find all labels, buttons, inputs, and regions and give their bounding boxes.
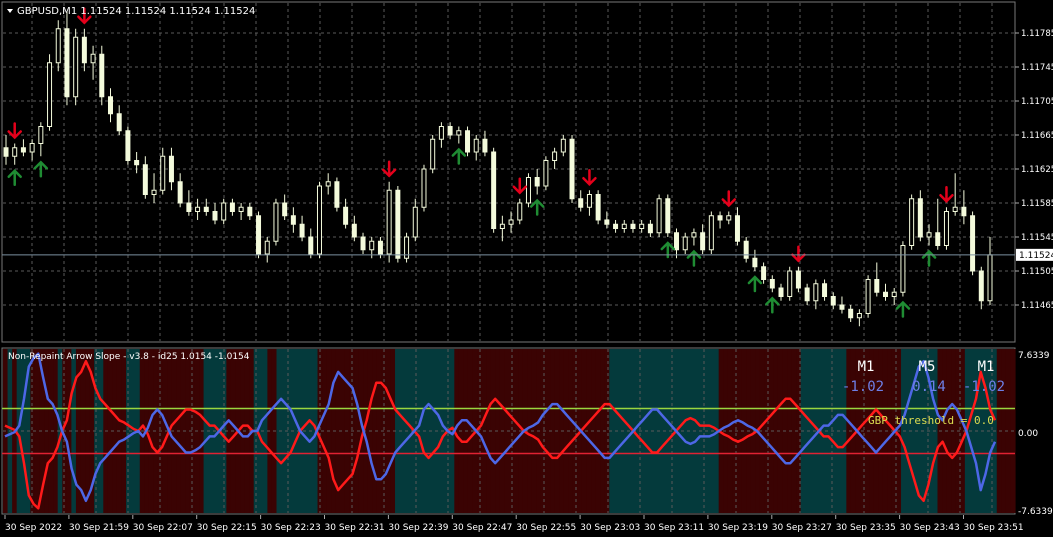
time-tick-label: 30 Sep 23:11 bbox=[644, 523, 704, 533]
time-tick-label: 30 Sep 22:15 bbox=[197, 523, 257, 533]
time-tick-label: 30 Sep 21:59 bbox=[69, 523, 129, 533]
time-tick-label: 30 Sep 22:55 bbox=[516, 523, 576, 533]
candle bbox=[421, 164, 427, 212]
time-tick-label: 30 Sep 23:35 bbox=[836, 523, 896, 533]
chart-canvas[interactable]: GBPUSD,M1 1.11524 1.11524 1.11524 1.1152… bbox=[0, 0, 1053, 537]
candle bbox=[430, 135, 436, 174]
candle bbox=[525, 173, 531, 208]
time-tick-label: 30 Sep 23:27 bbox=[772, 523, 832, 533]
candle bbox=[743, 237, 749, 263]
candle bbox=[970, 211, 976, 276]
tf-value-1: -1.02 bbox=[842, 379, 884, 395]
time-tick-label: 30 Sep 23:51 bbox=[964, 523, 1024, 533]
price-axis[interactable]: 1.11785 1.11745 1.11705 1.11665 1.11625 1.115… bbox=[1015, 29, 1053, 311]
candle bbox=[491, 147, 497, 233]
price-tick-label: 1.11785 bbox=[1021, 29, 1053, 39]
price-tick-label: 1.11545 bbox=[1021, 233, 1053, 243]
time-tick-label: 30 Sep 22:07 bbox=[133, 523, 193, 533]
time-tick-label: 30 Sep 23:43 bbox=[900, 523, 960, 533]
time-tick-label: 30 Sep 22:23 bbox=[261, 523, 321, 533]
price-tick-label: 1.11585 bbox=[1021, 199, 1053, 209]
time-tick-label: 30 Sep 22:31 bbox=[325, 523, 385, 533]
chart-window[interactable]: GBPUSD,M1 1.11524 1.11524 1.11524 1.1152… bbox=[0, 0, 1053, 537]
candle bbox=[256, 211, 262, 259]
candle bbox=[99, 45, 105, 106]
candle bbox=[517, 198, 523, 225]
indicator-scale-top: 7.6339 bbox=[1018, 351, 1050, 361]
chart-title: GBPUSD,M1 1.11524 1.11524 1.11524 1.1152… bbox=[17, 6, 255, 17]
price-pane-frame bbox=[1, 1, 1016, 343]
candle bbox=[47, 54, 53, 131]
threshold-label: GBP threshold = 0.0 bbox=[868, 414, 994, 427]
candle bbox=[665, 194, 671, 237]
candle bbox=[795, 266, 801, 293]
time-tick-label: 30 Sep 22:47 bbox=[452, 523, 512, 533]
candle bbox=[900, 241, 906, 297]
candle bbox=[909, 194, 915, 250]
candle bbox=[787, 266, 793, 301]
candle bbox=[569, 135, 575, 203]
price-tick-label: 1.11665 bbox=[1021, 131, 1053, 141]
indicator-title: Non-Repaint Arrow Slope - v3.8 - id25 1.… bbox=[8, 352, 250, 362]
candle bbox=[543, 156, 549, 191]
candle bbox=[404, 232, 410, 263]
tf-label-2: M5 bbox=[919, 359, 936, 375]
candle bbox=[656, 194, 662, 237]
price-tick-label: 1.11465 bbox=[1021, 301, 1053, 311]
candle bbox=[595, 190, 601, 225]
time-tick-label: 30 Sep 2022 bbox=[5, 523, 62, 533]
indicator-scale-zero: 0.00 bbox=[1018, 429, 1038, 439]
candle bbox=[943, 207, 949, 250]
price-pane[interactable]: GBPUSD,M1 1.11524 1.11524 1.11524 1.1152… bbox=[1, 1, 1016, 343]
candle bbox=[316, 181, 322, 259]
tf-label-3: M1 bbox=[978, 359, 995, 375]
tf-label-1: M1 bbox=[858, 359, 875, 375]
price-tick-label: 1.11625 bbox=[1021, 165, 1053, 175]
indicator-scale-bottom: -7.6339 bbox=[1018, 507, 1053, 517]
current-price-tag: 1.11524 bbox=[1016, 248, 1053, 261]
price-tick-label: 1.11705 bbox=[1021, 97, 1053, 107]
candle bbox=[708, 211, 714, 254]
price-tick-label: 1.11505 bbox=[1021, 267, 1053, 277]
candle bbox=[221, 198, 227, 225]
candle bbox=[465, 126, 471, 157]
tf-value-3: -1.02 bbox=[963, 379, 1005, 395]
candle bbox=[73, 28, 79, 106]
candle bbox=[395, 186, 401, 263]
price-tick-label: 1.11745 bbox=[1021, 63, 1053, 73]
tf-value-2: 0.14 bbox=[912, 379, 946, 395]
time-tick-label: 30 Sep 23:19 bbox=[708, 523, 768, 533]
candle bbox=[273, 198, 279, 246]
candle bbox=[865, 275, 871, 318]
candle bbox=[334, 177, 340, 212]
candle bbox=[125, 126, 131, 165]
indicator-pane[interactable]: Non-Repaint Arrow Slope - v3.8 - id25 1.… bbox=[1, 347, 1016, 515]
current-price-label: 1.11524 bbox=[1019, 251, 1053, 261]
time-tick-label: 30 Sep 22:39 bbox=[388, 523, 448, 533]
candle bbox=[386, 181, 392, 263]
time-tick-label: 30 Sep 23:03 bbox=[580, 523, 640, 533]
